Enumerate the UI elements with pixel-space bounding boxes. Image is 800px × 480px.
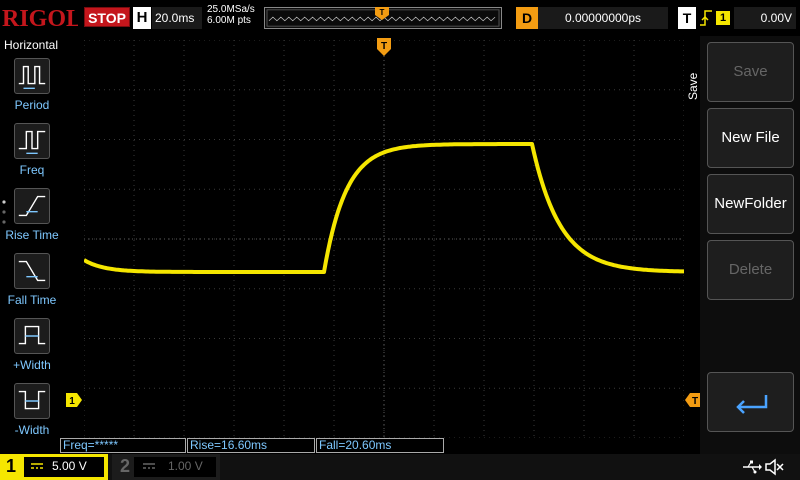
svg-text:T: T	[692, 396, 698, 407]
memory-depth: 6.00M pts	[207, 15, 251, 26]
rigol-logo: RIGOL	[2, 6, 78, 32]
speaker-muted-icon[interactable]	[764, 457, 784, 477]
horizontal-badge[interactable]: H	[133, 7, 151, 29]
rising-edge-icon	[700, 10, 712, 26]
positive-width-icon	[14, 318, 50, 354]
rise-result: Rise=16.60ms	[187, 438, 315, 453]
sample-rate: 25.0MSa/s	[207, 4, 255, 15]
ch1-number: 1	[6, 456, 17, 476]
softkey-label: New File	[721, 129, 780, 146]
measure-negative-width-button[interactable]: -Width	[4, 383, 60, 447]
measure-category-title: Horizontal	[3, 38, 59, 52]
rise-time-icon	[14, 188, 50, 224]
enter-softkey[interactable]	[707, 372, 794, 432]
trigger-badge[interactable]: T	[678, 7, 696, 29]
measure-fall-time-button[interactable]: Fall Time	[4, 253, 60, 317]
measure-freq-button[interactable]: Freq	[4, 123, 60, 187]
period-icon	[14, 58, 50, 94]
fall-result: Fall=20.60ms	[316, 438, 444, 453]
softkey-label: Delete	[728, 261, 773, 278]
measure-label: Fall Time	[7, 293, 57, 307]
measure-label: Rise Time	[5, 228, 59, 242]
sample-rate-info: 25.0MSa/s 6.00M pts	[207, 4, 263, 26]
new-file-softkey[interactable]: New File	[707, 108, 794, 168]
negative-width-icon	[14, 383, 50, 419]
dc-coupling-icon	[31, 463, 43, 469]
measure-label: Freq	[19, 163, 45, 177]
softkey-label: NewFolder	[714, 195, 787, 212]
run-stop-status[interactable]: STOP	[84, 7, 130, 27]
graticule	[84, 40, 684, 438]
memory-trigger-marker: T	[375, 7, 389, 20]
delay-value[interactable]: 0.00000000ps	[538, 7, 668, 29]
waveform-display[interactable]	[84, 40, 684, 438]
new-folder-softkey[interactable]: NewFolder	[707, 174, 794, 234]
trigger-position-marker[interactable]: T	[377, 38, 391, 56]
enter-arrow-icon	[736, 395, 768, 414]
top-status-bar: RIGOL STOP H 20.0ms 25.0MSa/s 6.00M pts …	[0, 0, 800, 36]
svg-text:T: T	[380, 8, 385, 17]
measure-rise-time-button[interactable]: Rise Time	[4, 188, 60, 252]
softkey-label: Save	[733, 63, 768, 80]
freq-icon	[14, 123, 50, 159]
svg-text:RIGOL: RIGOL	[2, 6, 78, 32]
dc-coupling-icon	[143, 463, 155, 469]
fall-time-icon	[14, 253, 50, 289]
measure-label: Period	[14, 98, 50, 112]
svg-text:T: T	[381, 41, 387, 52]
ch1-scale: 5.00 V	[52, 459, 87, 473]
delay-badge[interactable]: D	[516, 7, 538, 29]
measure-positive-width-button[interactable]: +Width	[4, 318, 60, 382]
menu-title: Save	[686, 72, 700, 100]
measure-label: -Width	[14, 423, 50, 437]
delete-softkey[interactable]: Delete	[707, 240, 794, 300]
freq-result: Freq=*****	[60, 438, 186, 453]
ch2-scale: 1.00 V	[168, 459, 203, 473]
usb-icon	[743, 460, 762, 474]
svg-text:1: 1	[69, 396, 75, 407]
ch2-number: 2	[120, 456, 131, 476]
measure-period-button[interactable]: Period	[4, 58, 60, 122]
measure-label: +Width	[13, 358, 51, 372]
save-softkey[interactable]: Save	[707, 42, 794, 102]
trigger-level-marker[interactable]: T	[685, 393, 701, 407]
ch1-offset-marker[interactable]: 1	[66, 393, 82, 407]
trigger-level[interactable]: 0.00V	[734, 7, 796, 29]
timebase-value[interactable]: 20.0ms	[152, 7, 202, 29]
trigger-source[interactable]: 1	[716, 11, 730, 25]
